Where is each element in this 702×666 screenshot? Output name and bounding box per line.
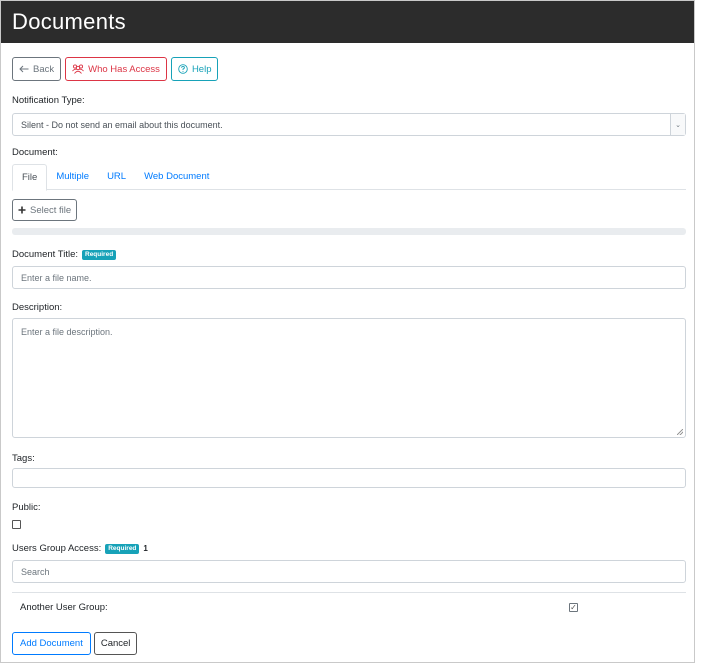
chevron-down-icon: ⌄ [670, 114, 685, 135]
document-label: Document: [12, 147, 58, 158]
description-textarea[interactable]: Enter a file description. [12, 318, 686, 438]
public-label: Public: [12, 502, 41, 513]
document-tabs: File Multiple URL Web Document [12, 164, 686, 191]
cancel-button[interactable]: Cancel [93, 632, 138, 655]
help-button-label: Help [191, 63, 212, 75]
add-document-button[interactable]: Add Document [12, 632, 91, 655]
tags-input[interactable] [12, 468, 686, 488]
arrow-left-icon [19, 65, 29, 73]
tab-web-document[interactable]: Web Document [135, 164, 218, 189]
document-title-input[interactable]: Enter a file name. [12, 266, 686, 289]
tab-multiple[interactable]: Multiple [47, 164, 98, 189]
toolbar: Back Who Has Access Help [12, 57, 219, 81]
document-title-placeholder: Enter a file name. [21, 272, 92, 283]
select-file-label: Select file [30, 204, 72, 216]
question-circle-icon [178, 64, 188, 74]
who-has-access-button[interactable]: Who Has Access [65, 57, 167, 81]
users-group-search-input[interactable]: Search [12, 560, 686, 583]
who-has-access-label: Who Has Access [88, 63, 160, 75]
tab-url[interactable]: URL [98, 164, 135, 189]
required-badge: Required [105, 544, 140, 554]
description-label: Description: [12, 302, 63, 313]
check-icon[interactable]: ✓ [569, 603, 578, 612]
plus-icon [18, 206, 26, 214]
notification-type-value: Silent - Do not send an email about this… [21, 119, 223, 130]
users-icon [72, 64, 84, 74]
back-button-label: Back [33, 63, 55, 75]
resize-handle-icon[interactable] [677, 429, 683, 435]
back-button[interactable]: Back [12, 57, 62, 81]
notification-type-select[interactable]: Silent - Do not send an email about this… [12, 113, 686, 136]
page-title: Documents [1, 1, 694, 43]
form-actions: Add Document Cancel [12, 632, 138, 655]
search-placeholder: Search [21, 566, 50, 577]
tags-label: Tags: [12, 453, 35, 464]
tab-file[interactable]: File [12, 164, 48, 191]
required-badge: Required [82, 250, 117, 260]
public-checkbox[interactable] [12, 520, 21, 529]
list-item-user-group[interactable]: Another User Group: ✓ [12, 592, 686, 622]
upload-progress-bar [12, 228, 686, 235]
notification-type-label: Notification Type: [12, 95, 85, 106]
description-placeholder: Enter a file description. [21, 327, 113, 337]
document-title-label-text: Document Title: [12, 249, 78, 260]
user-group-name: Another User Group: [20, 602, 108, 613]
documents-window: Documents Back Who Has Access Help Notif… [0, 0, 695, 663]
users-group-access-label-text: Users Group Access: [12, 543, 102, 554]
select-file-button[interactable]: Select file [12, 199, 78, 221]
help-button[interactable]: Help [170, 57, 219, 81]
selected-count: 1 [143, 544, 148, 553]
users-group-access-label: Users Group Access: Required 1 [12, 543, 148, 555]
document-title-label: Document Title: Required [12, 249, 117, 261]
